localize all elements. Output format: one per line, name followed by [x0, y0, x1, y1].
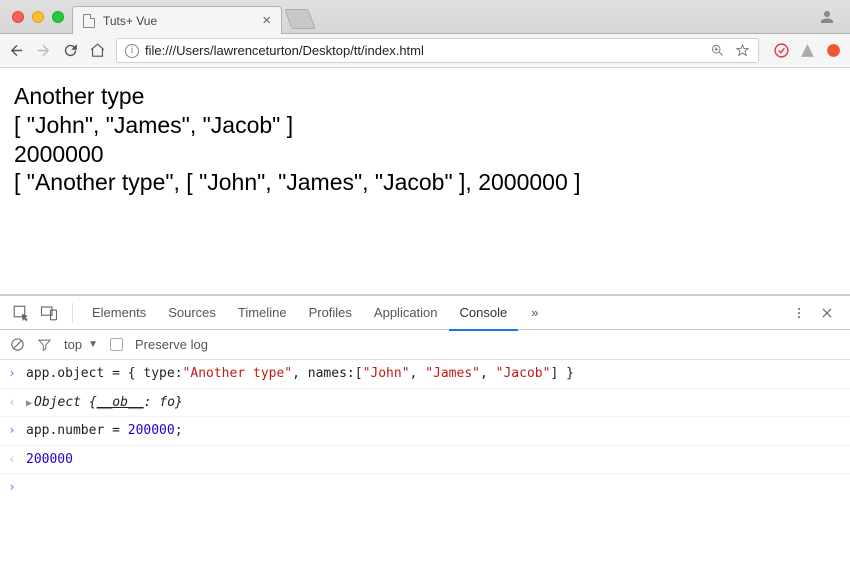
devtools-tabs-overflow[interactable]: »: [520, 296, 549, 329]
address-bar: i file:///Users/lawrenceturton/Desktop/t…: [0, 34, 850, 68]
minimize-window-button[interactable]: [32, 11, 44, 23]
input-arrow-icon: ›: [6, 478, 18, 496]
url-text: file:///Users/lawrenceturton/Desktop/tt/…: [145, 43, 704, 58]
new-tab-button[interactable]: [284, 9, 315, 29]
filter-icon[interactable]: [37, 337, 52, 352]
devtools-tab-elements[interactable]: Elements: [81, 296, 157, 330]
console-input-line: › app.number = 200000;: [0, 417, 850, 446]
console-output-line: ‹ 200000: [0, 446, 850, 475]
console-code: 200000: [26, 450, 73, 470]
context-select[interactable]: top ▼: [64, 337, 98, 352]
extension-icon-2[interactable]: [799, 42, 816, 59]
extension-icon-1[interactable]: [773, 42, 790, 59]
input-arrow-icon: ›: [6, 421, 18, 439]
devtools-panel: ElementsSourcesTimelineProfilesApplicati…: [0, 294, 850, 584]
devtools-tab-bar: ElementsSourcesTimelineProfilesApplicati…: [0, 296, 850, 330]
output-arrow-icon: ‹: [6, 393, 18, 411]
clear-console-icon[interactable]: [10, 337, 25, 352]
input-arrow-icon: ›: [6, 364, 18, 382]
devtools-tab-application[interactable]: Application: [363, 296, 449, 330]
chevron-down-icon: ▼: [88, 339, 98, 350]
forward-button[interactable]: [35, 42, 52, 59]
output-arrow-icon: ‹: [6, 450, 18, 468]
back-button[interactable]: [8, 42, 25, 59]
window-controls: [8, 11, 72, 33]
console-code: app.object = { type:"Another type", name…: [26, 364, 574, 384]
inspect-element-icon[interactable]: [12, 304, 30, 322]
console-output-line: ‹ ▶Object {__ob__: fo}: [0, 389, 850, 418]
preserve-log-checkbox[interactable]: [110, 338, 123, 351]
preserve-log-label: Preserve log: [135, 337, 208, 352]
context-label: top: [64, 337, 82, 352]
devtools-tab-sources[interactable]: Sources: [157, 296, 227, 330]
console-code: ▶Object {__ob__: fo}: [26, 393, 183, 413]
page-line: [ "Another type", [ "John", "James", "Ja…: [14, 168, 836, 197]
url-input[interactable]: i file:///Users/lawrenceturton/Desktop/t…: [116, 38, 759, 63]
extension-icon-3[interactable]: [825, 42, 842, 59]
page-line: [ "John", "James", "Jacob" ]: [14, 111, 836, 140]
reload-button[interactable]: [62, 42, 79, 59]
page-icon: [83, 14, 95, 28]
device-toolbar-icon[interactable]: [40, 304, 58, 322]
close-window-button[interactable]: [12, 11, 24, 23]
expand-triangle-icon[interactable]: ▶: [26, 398, 32, 409]
devtools-tab-profiles[interactable]: Profiles: [298, 296, 363, 330]
bookmark-star-icon[interactable]: [735, 43, 750, 58]
console-toolbar: top ▼ Preserve log: [0, 330, 850, 360]
page-viewport: Another type [ "John", "James", "Jacob" …: [0, 68, 850, 294]
home-button[interactable]: [89, 42, 106, 59]
devtools-menu-icon[interactable]: [792, 306, 806, 320]
maximize-window-button[interactable]: [52, 11, 64, 23]
site-info-icon[interactable]: i: [125, 44, 139, 58]
console-prompt-line[interactable]: ›: [0, 474, 850, 500]
browser-tab-strip: Tuts+ Vue ×: [0, 0, 850, 34]
devtools-close-icon[interactable]: [820, 306, 834, 320]
devtools-tab-console[interactable]: Console: [449, 296, 519, 331]
console-code: app.number = 200000;: [26, 421, 183, 441]
profile-icon[interactable]: [818, 8, 836, 29]
page-line: 2000000: [14, 140, 836, 169]
console-input-line: › app.object = { type:"Another type", nam…: [0, 360, 850, 389]
tab-close-icon[interactable]: ×: [262, 13, 271, 28]
zoom-icon[interactable]: [710, 43, 725, 58]
page-line: Another type: [14, 82, 836, 111]
tab-title: Tuts+ Vue: [103, 14, 254, 28]
devtools-tab-timeline[interactable]: Timeline: [227, 296, 298, 330]
console-output[interactable]: › app.object = { type:"Another type", nam…: [0, 360, 850, 584]
browser-tab[interactable]: Tuts+ Vue ×: [72, 6, 282, 34]
